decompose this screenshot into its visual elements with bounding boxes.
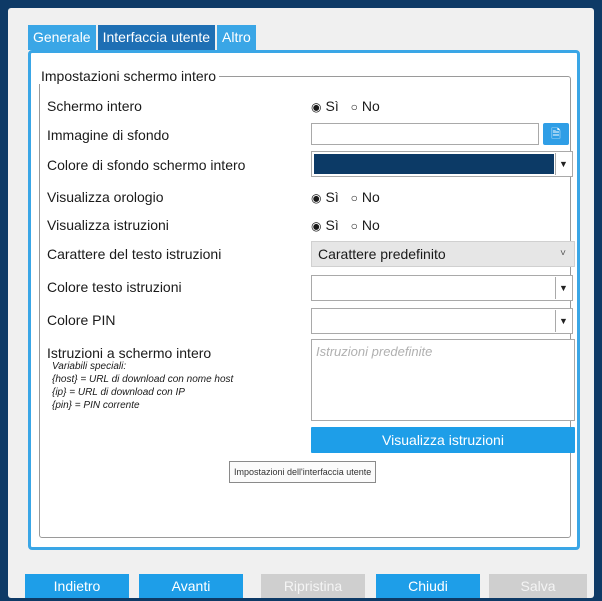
tab-bar: Generale Interfaccia utente Altro <box>28 25 258 50</box>
tab-panel: Impostazioni schermo intero Schermo inte… <box>28 50 580 550</box>
radio-label: No <box>361 189 380 205</box>
file-browse-icon: 🗎 <box>551 127 561 141</box>
show-clock-yes-radio[interactable]: ◉ Sì <box>311 189 339 205</box>
show-clock-label: Visualizza orologio <box>47 189 164 205</box>
instructions-font-select[interactable]: Carattere predefinito ˅ <box>311 241 575 267</box>
group-title: Impostazioni schermo intero <box>41 68 217 84</box>
browse-file-button[interactable]: 🗎 <box>543 123 569 145</box>
fullscreen-label: Schermo intero <box>47 98 142 114</box>
back-button[interactable]: Indietro <box>25 574 129 598</box>
fullscreen-yes-radio[interactable]: ◉ Sì <box>311 98 339 114</box>
save-button[interactable]: Salva <box>489 574 587 598</box>
close-button[interactable]: Chiudi <box>376 574 480 598</box>
fullscreen-instructions-label: Istruzioni a schermo intero <box>47 345 212 361</box>
instructions-text-color-label: Colore testo istruzioni <box>47 279 182 295</box>
background-color-picker[interactable]: ▼ <box>311 151 573 177</box>
radio-unchecked-icon: ○ <box>350 100 358 114</box>
radio-checked-icon: ◉ <box>311 219 322 233</box>
show-clock-no-radio[interactable]: ○ No <box>351 189 380 205</box>
show-instructions-no-radio[interactable]: ○ No <box>351 217 380 233</box>
radio-label: Sì <box>325 189 339 205</box>
next-button[interactable]: Avanti <box>139 574 243 598</box>
tooltip: Impostazioni dell'interfaccia utente <box>229 461 377 483</box>
tab-user-interface[interactable]: Interfaccia utente <box>97 25 215 50</box>
color-swatch <box>314 311 554 331</box>
radio-unchecked-icon: ○ <box>350 191 358 205</box>
color-swatch <box>314 154 554 174</box>
notes-line: {host} = URL di download con nome host <box>52 374 234 385</box>
tab-general[interactable]: Generale <box>28 25 96 50</box>
notes-line: Variabili speciali: <box>52 361 127 372</box>
color-swatch <box>314 278 554 298</box>
tab-other[interactable]: Altro <box>217 25 256 50</box>
pin-color-label: Colore PIN <box>47 312 116 328</box>
radio-label: No <box>361 217 380 233</box>
show-instructions-radio-group: ◉ Sì ○ No <box>311 217 388 233</box>
select-value: Carattere predefinito <box>318 246 446 262</box>
radio-unchecked-icon: ○ <box>350 219 358 233</box>
instructions-font-label: Carattere del testo istruzioni <box>47 246 222 262</box>
radio-label: Sì <box>325 217 339 233</box>
chevron-down-icon[interactable]: ▼ <box>555 153 571 175</box>
chevron-down-icon[interactable]: ▼ <box>555 310 571 332</box>
settings-window: Generale Interfaccia utente Altro Impost… <box>8 8 594 598</box>
show-instructions-yes-radio[interactable]: ◉ Sì <box>311 217 339 233</box>
background-image-input[interactable] <box>311 123 539 145</box>
special-variables-notes: Variabili speciali: {host} = URL di down… <box>52 360 233 412</box>
fullscreen-no-radio[interactable]: ○ No <box>351 98 380 114</box>
radio-checked-icon: ◉ <box>311 191 322 205</box>
background-image-label: Immagine di sfondo <box>47 127 170 143</box>
chevron-down-icon[interactable]: ▼ <box>555 277 571 299</box>
background-color-label: Colore di sfondo schermo intero <box>47 157 246 173</box>
notes-line: {pin} = PIN corrente <box>52 400 140 411</box>
radio-checked-icon: ◉ <box>311 100 322 114</box>
fullscreen-instructions-textarea[interactable]: Istruzioni predefinite <box>311 339 575 421</box>
radio-label: No <box>361 98 380 114</box>
reset-button[interactable]: Ripristina <box>261 574 365 598</box>
fullscreen-radio-group: ◉ Sì ○ No <box>311 98 388 114</box>
show-instructions-button[interactable]: Visualizza istruzioni <box>311 427 575 453</box>
pin-color-picker[interactable]: ▼ <box>311 308 573 334</box>
notes-line: {ip} = URL di download con IP <box>52 387 185 398</box>
radio-label: Sì <box>325 98 339 114</box>
chevron-down-icon: ˅ <box>560 248 566 259</box>
instructions-text-color-picker[interactable]: ▼ <box>311 275 573 301</box>
show-clock-radio-group: ◉ Sì ○ No <box>311 189 388 205</box>
show-instructions-label: Visualizza istruzioni <box>47 217 169 233</box>
